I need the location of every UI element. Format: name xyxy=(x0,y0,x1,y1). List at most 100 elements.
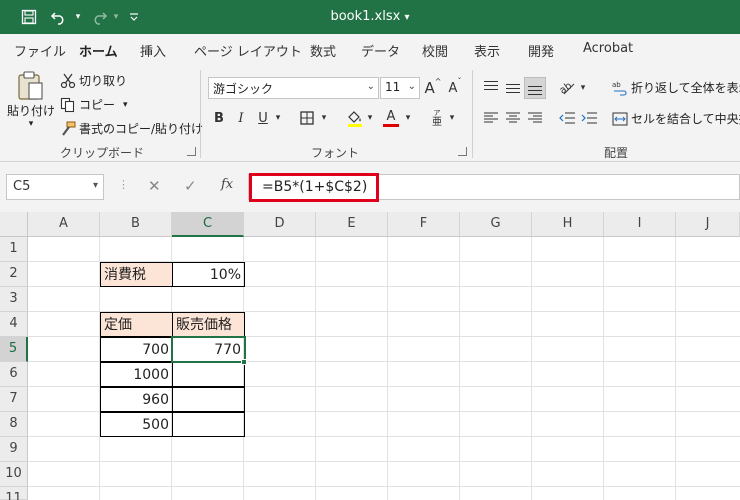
insert-function-button[interactable]: fx xyxy=(221,177,233,192)
name-box[interactable]: C5 ▾ xyxy=(6,174,104,200)
cell-b7[interactable]: 960 xyxy=(100,387,173,412)
cell-b2[interactable]: 消費税 xyxy=(100,262,173,287)
column-header-d[interactable]: D xyxy=(244,212,316,237)
tab-file[interactable]: ファイル xyxy=(14,41,66,60)
column-header-f[interactable]: F xyxy=(388,212,460,237)
worksheet-grid[interactable]: A B C D E F G H I J 1 2 3 4 5 6 7 8 9 10… xyxy=(0,212,740,500)
row-header-4[interactable]: 4 xyxy=(0,312,28,337)
fill-handle[interactable] xyxy=(241,359,247,365)
svg-text:ab: ab xyxy=(612,81,621,89)
clipboard-launcher-icon[interactable] xyxy=(187,147,196,156)
column-header-g[interactable]: G xyxy=(460,212,532,237)
cell-b6[interactable]: 1000 xyxy=(100,362,173,387)
decrease-indent-button[interactable] xyxy=(556,107,578,129)
cell-c8[interactable] xyxy=(172,412,245,437)
wrap-text-button[interactable]: ab 折り返して全体を表示する xyxy=(612,79,740,96)
tab-home[interactable]: ホーム xyxy=(77,41,120,68)
chevron-down-icon: ⌄ xyxy=(366,81,375,92)
column-header-j[interactable]: J xyxy=(676,212,740,237)
cell-c6[interactable] xyxy=(172,362,245,387)
tab-page-layout[interactable]: ページ レイアウト xyxy=(194,41,302,60)
gridline xyxy=(387,237,388,500)
cell-b8[interactable]: 500 xyxy=(100,412,173,437)
fill-color-button[interactable] xyxy=(344,107,366,129)
column-header-a[interactable]: A xyxy=(28,212,100,237)
tab-insert[interactable]: 挿入 xyxy=(140,41,166,60)
caret-down-icon: ˇ xyxy=(457,77,462,86)
chevron-down-icon: ⌄ xyxy=(407,81,416,92)
select-all-button[interactable] xyxy=(0,212,28,237)
row-header-5[interactable]: 5 xyxy=(0,337,28,362)
font-size-value: 11 xyxy=(385,80,401,94)
decrease-indent-icon xyxy=(559,112,575,124)
paint-bucket-icon xyxy=(348,111,362,127)
tab-acrobat[interactable]: Acrobat xyxy=(583,41,633,56)
underline-button[interactable]: U xyxy=(252,107,274,129)
fill-color-dropdown-icon[interactable]: ▾ xyxy=(364,107,376,129)
formula-bar: C5 ▾ ⋮ ✕ ✓ fx =B5*(1+$C$2) xyxy=(0,162,740,212)
font-color-dropdown-icon[interactable]: ▾ xyxy=(402,107,414,129)
row-header-7[interactable]: 7 xyxy=(0,387,28,412)
cut-button[interactable]: 切り取り xyxy=(60,72,127,89)
column-header-e[interactable]: E xyxy=(316,212,388,237)
gridline xyxy=(28,461,740,462)
align-center-button[interactable] xyxy=(502,107,524,129)
row-header-9[interactable]: 9 xyxy=(0,437,28,462)
cell-c4[interactable]: 販売価格 xyxy=(172,312,245,337)
row-header-10[interactable]: 10 xyxy=(0,462,28,487)
font-name-select[interactable]: 游ゴシック ⌄ xyxy=(208,77,379,99)
enter-formula-button[interactable]: ✓ xyxy=(184,177,197,195)
increase-indent-button[interactable] xyxy=(578,107,600,129)
row-header-6[interactable]: 6 xyxy=(0,362,28,387)
row-header-3[interactable]: 3 xyxy=(0,287,28,312)
increase-font-size-button[interactable]: A ^ xyxy=(422,77,444,99)
document-title-text: book1.xlsx xyxy=(330,9,401,24)
row-header-8[interactable]: 8 xyxy=(0,412,28,437)
decrease-font-size-button[interactable]: Aˇ xyxy=(444,77,466,99)
borders-dropdown-icon[interactable]: ▾ xyxy=(318,107,330,129)
italic-button[interactable]: I xyxy=(230,107,252,129)
excel-window: ▾ ▾ book1.xlsx ▾ ファイル ホーム 挿入 ページ レイアウト 数… xyxy=(0,0,740,500)
font-size-select[interactable]: 11 ⌄ xyxy=(380,77,420,99)
tab-formulas[interactable]: 数式 xyxy=(310,41,336,60)
cell-c2[interactable]: 10% xyxy=(172,262,245,287)
cell-b4[interactable]: 定価 xyxy=(100,312,173,337)
phonetic-guide-button[interactable]: ア 亜 xyxy=(426,107,448,129)
underline-dropdown-icon[interactable]: ▾ xyxy=(272,107,284,129)
borders-button[interactable] xyxy=(296,107,318,129)
align-middle-button[interactable] xyxy=(502,77,524,99)
row-header-11[interactable]: 11 xyxy=(0,487,28,500)
font-color-button[interactable]: A xyxy=(380,107,402,129)
orientation-dropdown-icon[interactable]: ▾ xyxy=(577,77,589,99)
tab-developer[interactable]: 開発 xyxy=(528,41,554,60)
row-header-1[interactable]: 1 xyxy=(0,237,28,262)
font-launcher-icon[interactable] xyxy=(458,147,467,156)
column-header-h[interactable]: H xyxy=(532,212,604,237)
phonetic-dropdown-icon[interactable]: ▾ xyxy=(446,107,458,129)
tab-view[interactable]: 表示 xyxy=(474,41,500,60)
column-header-c[interactable]: C xyxy=(172,212,244,237)
align-right-button[interactable] xyxy=(524,107,546,129)
cell-b5[interactable]: 700 xyxy=(100,337,173,362)
align-bottom-icon xyxy=(528,86,542,95)
increase-font-icon: A xyxy=(424,79,435,97)
align-top-button[interactable] xyxy=(480,77,502,99)
cancel-formula-button[interactable]: ✕ xyxy=(148,177,161,195)
row-header-2[interactable]: 2 xyxy=(0,262,28,287)
cell-c7[interactable] xyxy=(172,387,245,412)
align-bottom-button[interactable] xyxy=(524,77,546,99)
borders-icon xyxy=(300,111,314,125)
tab-review[interactable]: 校閲 xyxy=(422,41,448,60)
orientation-button[interactable]: ab xyxy=(556,77,578,99)
document-title[interactable]: book1.xlsx ▾ xyxy=(0,9,740,24)
bold-button[interactable]: B xyxy=(208,107,230,129)
paste-button[interactable]: 貼り付け ▾ xyxy=(7,70,55,132)
column-header-i[interactable]: I xyxy=(604,212,676,237)
title-dropdown-icon: ▾ xyxy=(404,12,410,23)
format-painter-button[interactable]: 書式のコピー/貼り付け xyxy=(60,120,203,137)
merge-center-button[interactable]: セルを結合して中央揃え xyxy=(612,110,740,127)
copy-button[interactable]: コピー ▾ xyxy=(60,96,128,113)
column-header-b[interactable]: B xyxy=(100,212,172,237)
align-left-button[interactable] xyxy=(480,107,502,129)
tab-data[interactable]: データ xyxy=(361,41,400,60)
